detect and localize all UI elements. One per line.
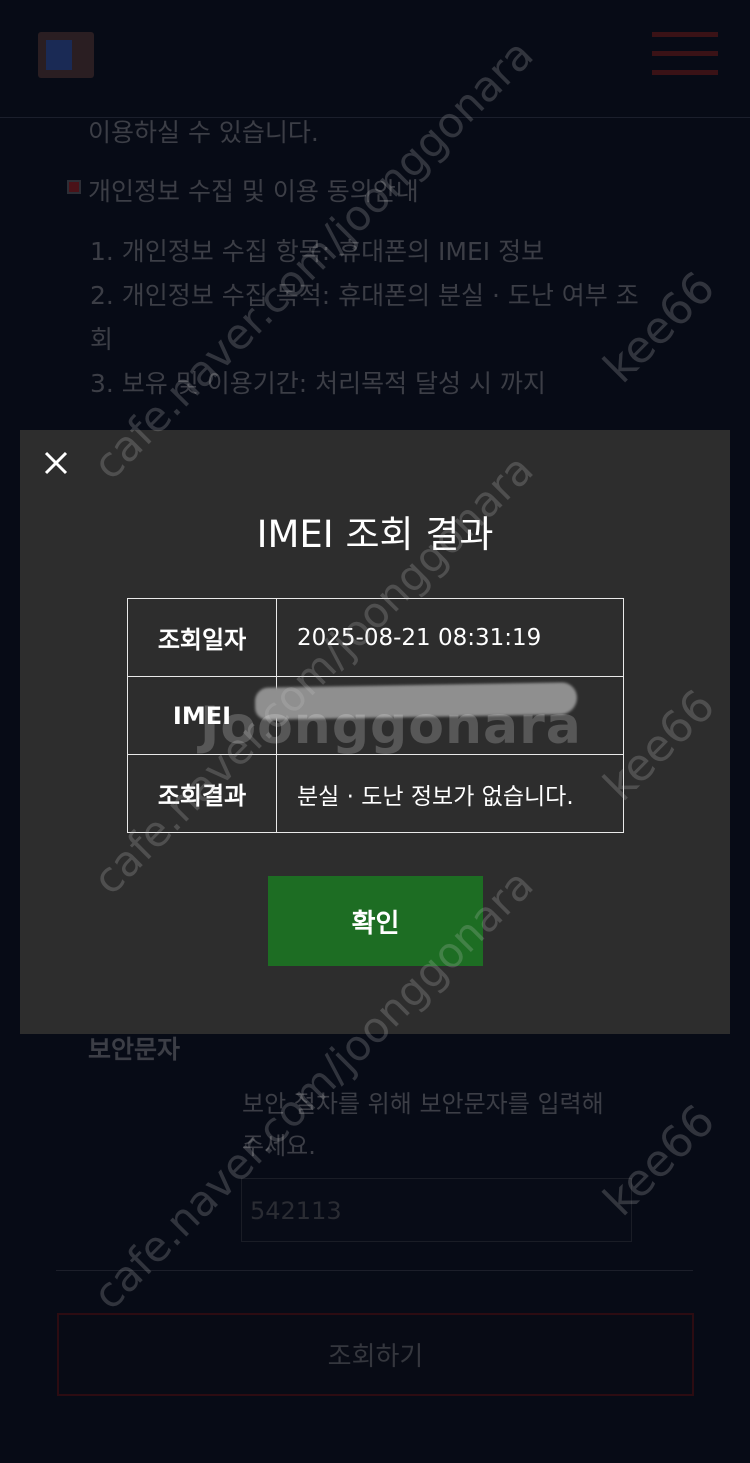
imei-result-modal: IMEI 조회 결과 조회일자 2025-08-21 08:31:19 IMEI… bbox=[20, 430, 730, 1034]
menu-bar bbox=[652, 70, 718, 75]
table-row: IMEI bbox=[127, 676, 624, 755]
lookup-date-value: 2025-08-21 08:31:19 bbox=[276, 598, 624, 677]
intro-text: 이용하실 수 있습니다. bbox=[88, 118, 319, 147]
table-row: 조회일자 2025-08-21 08:31:19 bbox=[127, 598, 624, 677]
divider bbox=[56, 1270, 693, 1271]
menu-bar bbox=[652, 51, 718, 56]
consent-item: 2. 개인정보 수집 목적: 휴대폰의 분실 · 도난 여부 조 bbox=[90, 281, 639, 310]
menu-bar bbox=[652, 32, 718, 37]
security-hint: 보안 절차를 위해 보안문자를 입력해 bbox=[242, 1090, 604, 1118]
site-header bbox=[0, 0, 750, 118]
lookup-result-value: 분실 · 도난 정보가 없습니다. bbox=[276, 754, 624, 833]
confirm-button[interactable]: 확인 bbox=[268, 876, 483, 966]
lookup-submit-button[interactable]: 조회하기 bbox=[57, 1313, 694, 1396]
table-row: 조회결과 분실 · 도난 정보가 없습니다. bbox=[127, 754, 624, 833]
imei-value bbox=[254, 676, 624, 755]
close-icon[interactable] bbox=[38, 444, 74, 482]
bullet-icon bbox=[67, 180, 81, 194]
row-label: 조회일자 bbox=[127, 598, 277, 677]
hamburger-menu-icon[interactable] bbox=[652, 32, 718, 76]
security-label: 보안문자 bbox=[88, 1035, 181, 1064]
redaction-scribble bbox=[254, 682, 578, 720]
security-code-input[interactable]: 542113 bbox=[241, 1178, 632, 1242]
logo-icon[interactable] bbox=[38, 32, 94, 78]
consent-item: 1. 개인정보 수집 항목: 휴대폰의 IMEI 정보 bbox=[90, 237, 545, 266]
row-label: IMEI bbox=[127, 676, 277, 755]
security-hint: 주세요. bbox=[242, 1132, 316, 1160]
consent-heading: 개인정보 수집 및 이용 동의안내 bbox=[88, 177, 419, 206]
security-code-value: 542113 bbox=[250, 1197, 342, 1225]
consent-item: 3. 보유 및 이용기간: 처리목적 달성 시 까지 bbox=[90, 369, 546, 398]
row-label: 조회결과 bbox=[127, 754, 277, 833]
result-table: 조회일자 2025-08-21 08:31:19 IMEI 조회결과 분실 · … bbox=[127, 598, 624, 833]
modal-title: IMEI 조회 결과 bbox=[256, 513, 494, 556]
consent-item: 회 bbox=[90, 325, 114, 354]
